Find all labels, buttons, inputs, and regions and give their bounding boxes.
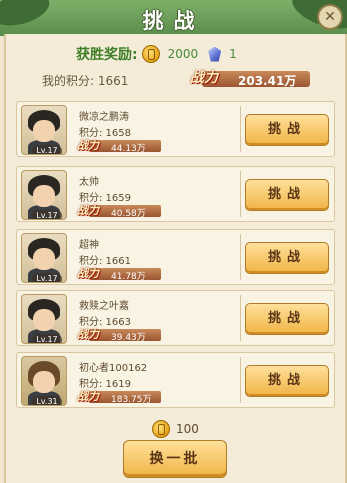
refresh-button[interactable]: 换一批 bbox=[123, 440, 227, 478]
opponent-power-badge: 战力 44.13万 bbox=[77, 138, 161, 154]
avatar: Lv.31 bbox=[21, 356, 67, 406]
blue-crystal-icon bbox=[208, 46, 222, 62]
my-score: 我的积分: 1661 bbox=[42, 74, 129, 88]
opponent-power-badge: 战力 41.78万 bbox=[77, 266, 161, 282]
reward-crystal-amount: 1 bbox=[229, 47, 237, 61]
divider bbox=[240, 171, 241, 217]
opponent-name: 太帅 bbox=[79, 177, 99, 188]
opponent-row: Lv.17 救赎之叶嘉 积分: 1663 战力 39.43万 挑战 bbox=[16, 290, 335, 346]
opponent-name: 初心者100162 bbox=[79, 363, 148, 374]
opponent-row: Lv.17 太帅 积分: 1659 战力 40.58万 挑战 bbox=[16, 166, 335, 222]
my-power-value: 203.41万 bbox=[238, 74, 297, 88]
avatar: Lv.17 bbox=[21, 105, 67, 155]
refresh-cost: 100 bbox=[152, 420, 199, 438]
avatar-face bbox=[33, 248, 55, 270]
level-badge: Lv.17 bbox=[32, 210, 62, 219]
opponent-power-badge: 战力 183.75万 bbox=[77, 389, 161, 405]
power-tag: 战力 bbox=[77, 390, 99, 403]
reward-coin-amount: 2000 bbox=[167, 47, 199, 61]
reward-label: 获胜奖励: bbox=[76, 47, 138, 63]
divider bbox=[240, 295, 241, 341]
page-title: 挑战 bbox=[142, 9, 205, 33]
opponent-row: Lv.17 超神 积分: 1661 战力 41.78万 挑战 bbox=[16, 229, 335, 285]
gold-coin-icon bbox=[152, 420, 170, 438]
opponent-name: 微凉之鹏涛 bbox=[79, 112, 129, 123]
opponent-power-value: 44.13万 bbox=[111, 144, 146, 154]
level-badge: Lv.17 bbox=[32, 334, 62, 343]
avatar-face bbox=[33, 120, 55, 142]
my-power-badge: 战力 203.41万 bbox=[190, 67, 310, 89]
avatar: Lv.17 bbox=[21, 294, 67, 344]
challenge-button[interactable]: 挑战 bbox=[245, 242, 329, 274]
opponent-power-value: 39.43万 bbox=[111, 333, 146, 343]
opponent-power-value: 41.78万 bbox=[111, 272, 146, 282]
close-icon[interactable]: ✕ bbox=[317, 4, 343, 30]
opponent-name: 救赎之叶嘉 bbox=[79, 301, 129, 312]
power-tag: 战力 bbox=[77, 267, 99, 280]
divider bbox=[240, 234, 241, 280]
power-tag: 战力 bbox=[77, 139, 99, 152]
avatar-face bbox=[33, 309, 55, 331]
reward-row: 获胜奖励: 2000 1 bbox=[76, 44, 247, 64]
divider bbox=[240, 357, 241, 403]
opponent-name: 超神 bbox=[79, 240, 99, 251]
gold-coin-icon bbox=[141, 45, 160, 63]
refresh-cost-value: 100 bbox=[176, 422, 199, 436]
power-tag: 战力 bbox=[77, 204, 99, 217]
opponent-power-badge: 战力 40.58万 bbox=[77, 203, 161, 219]
challenge-button[interactable]: 挑战 bbox=[245, 114, 329, 146]
level-badge: Lv.31 bbox=[32, 396, 62, 405]
challenge-button[interactable]: 挑战 bbox=[245, 365, 329, 397]
opponent-power-value: 40.58万 bbox=[111, 209, 146, 219]
level-badge: Lv.17 bbox=[32, 273, 62, 282]
divider bbox=[240, 106, 241, 152]
avatar-face bbox=[33, 371, 55, 393]
avatar-face bbox=[33, 185, 55, 207]
opponent-power-value: 183.75万 bbox=[111, 395, 152, 405]
avatar: Lv.17 bbox=[21, 233, 67, 283]
opponent-row: Lv.17 微凉之鹏涛 积分: 1658 战力 44.13万 挑战 bbox=[16, 101, 335, 157]
power-tag: 战力 bbox=[190, 70, 218, 86]
challenge-button[interactable]: 挑战 bbox=[245, 179, 329, 211]
avatar: Lv.17 bbox=[21, 170, 67, 220]
opponent-row: Lv.31 初心者100162 积分: 1619 战力 183.75万 挑战 bbox=[16, 352, 335, 408]
opponent-power-badge: 战力 39.43万 bbox=[77, 327, 161, 343]
challenge-button[interactable]: 挑战 bbox=[245, 303, 329, 335]
level-badge: Lv.17 bbox=[32, 145, 62, 154]
power-tag: 战力 bbox=[77, 328, 99, 341]
